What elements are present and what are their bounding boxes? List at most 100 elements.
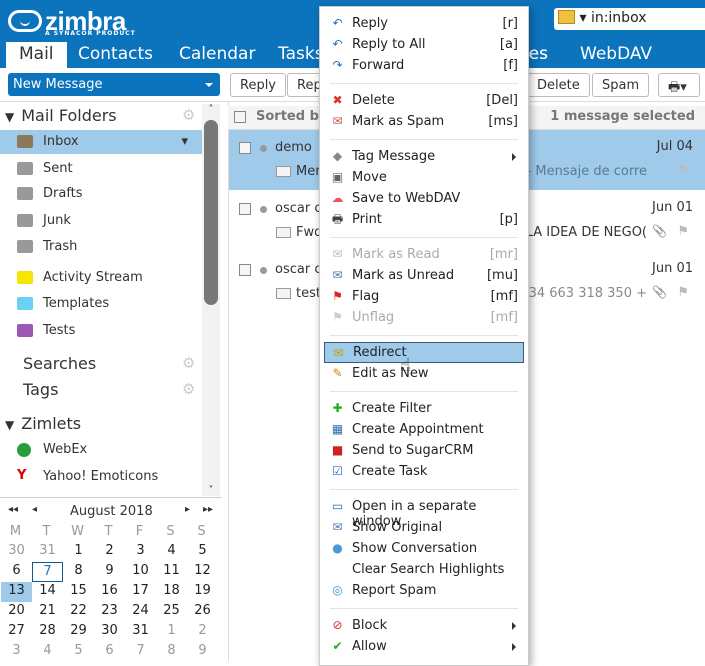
scrollbar-thumb[interactable] [204, 120, 218, 305]
prev-month-button[interactable]: ◂ [32, 504, 37, 515]
calendar-day[interactable]: 1 [63, 542, 94, 562]
calendar-day[interactable]: 13 [1, 582, 32, 602]
delete-button[interactable]: Delete [527, 73, 590, 97]
tab-webdav[interactable]: WebDAV [580, 42, 652, 68]
chevron-down-icon[interactable]: ▾ [181, 134, 188, 149]
tab-tasks[interactable]: Tasks [278, 42, 324, 68]
menu-item-create-appointment[interactable]: ▦ Create Appointment [324, 419, 524, 440]
flag-icon[interactable]: ⚑ [677, 163, 689, 178]
menu-item-block[interactable]: ⊘ Block [324, 615, 524, 636]
calendar-day[interactable]: 29 [63, 622, 94, 642]
menu-item-reply[interactable]: ↶ Reply [r] [324, 13, 524, 34]
collapse-icon[interactable]: ▼ [5, 418, 14, 432]
folder-junk[interactable]: Junk [0, 209, 202, 233]
calendar-day[interactable]: 12 [187, 562, 218, 582]
menu-item-mark-as-spam[interactable]: ✉ Mark as Spam [ms] [324, 111, 524, 132]
sort-by-label[interactable]: Sorted by [256, 109, 327, 124]
menu-item-print[interactable]: 🖶 Print [p] [324, 209, 524, 230]
gear-icon[interactable]: ⚙ [182, 106, 195, 124]
calendar-day[interactable]: 18 [156, 582, 187, 602]
calendar-day[interactable]: 21 [32, 602, 63, 622]
message-checkbox[interactable] [239, 203, 251, 215]
menu-item-mark-as-unread[interactable]: ✉ Mark as Unread [mu] [324, 265, 524, 286]
prev-year-button[interactable]: ◂◂ [8, 504, 18, 515]
searches-header[interactable]: Searches [23, 354, 96, 373]
search-scope-icon[interactable] [558, 10, 575, 24]
calendar-month-title[interactable]: August 2018 [70, 504, 153, 519]
menu-item-forward[interactable]: ↷ Forward [f] [324, 55, 524, 76]
calendar-day[interactable]: 24 [125, 602, 156, 622]
calendar-day[interactable]: 4 [156, 542, 187, 562]
flag-icon[interactable]: ⚑ [677, 224, 689, 239]
calendar-day[interactable]: 20 [1, 602, 32, 622]
folder-activity-stream[interactable]: Activity Stream [0, 266, 202, 290]
tab-contacts[interactable]: Contacts [78, 42, 153, 68]
gear-icon[interactable]: ⚙ [182, 380, 195, 398]
folder-templates[interactable]: Templates [0, 292, 202, 316]
calendar-day[interactable]: 25 [156, 602, 187, 622]
menu-item-clear-search-highlights[interactable]: Clear Search Highlights [324, 559, 524, 580]
menu-item-show-original[interactable]: ✉ Show Original [324, 517, 524, 538]
calendar-day[interactable]: 9 [187, 642, 218, 662]
select-all-checkbox[interactable] [234, 111, 246, 123]
message-checkbox[interactable] [239, 264, 251, 276]
calendar-day[interactable]: 3 [125, 542, 156, 562]
menu-item-redirect[interactable]: ✉ Redirect [324, 342, 524, 363]
calendar-day[interactable]: 23 [94, 602, 125, 622]
calendar-day[interactable]: 19 [187, 582, 218, 602]
folder-trash[interactable]: Trash [0, 235, 202, 259]
menu-item-move[interactable]: ▣ Move [324, 167, 524, 188]
mail-folders-header[interactable]: ▼ Mail Folders [5, 106, 117, 125]
menu-item-mark-as-read[interactable]: ✉ Mark as Read [mr] [324, 244, 524, 265]
next-month-button[interactable]: ▸ [185, 504, 190, 515]
calendar-day[interactable]: 8 [156, 642, 187, 662]
tab-preferences-visible-part[interactable]: es [529, 42, 548, 68]
calendar-day[interactable]: 31 [125, 622, 156, 642]
calendar-day[interactable]: 31 [32, 542, 63, 562]
folder-tests[interactable]: Tests [0, 319, 202, 343]
unread-dot-icon[interactable] [260, 267, 267, 274]
menu-item-delete[interactable]: ✖ Delete [Del] [324, 90, 524, 111]
tags-header[interactable]: Tags [23, 380, 58, 399]
folder-sent[interactable]: Sent [0, 157, 202, 181]
tab-mail[interactable]: Mail [6, 42, 67, 68]
search-input[interactable]: ▾ in:inbox [554, 8, 705, 30]
next-year-button[interactable]: ▸▸ [203, 504, 213, 515]
menu-item-save-to-webdav[interactable]: ☁ Save to WebDAV [324, 188, 524, 209]
calendar-day[interactable]: 6 [94, 642, 125, 662]
menu-item-show-conversation[interactable]: ● Show Conversation [324, 538, 524, 559]
menu-item-send-to-sugarcrm[interactable]: ■ Send to SugarCRM [324, 440, 524, 461]
calendar-day[interactable]: 22 [63, 602, 94, 622]
spam-button[interactable]: Spam [592, 73, 650, 97]
tab-calendar[interactable]: Calendar [179, 42, 255, 68]
menu-item-report-spam[interactable]: ◎ Report Spam [324, 580, 524, 601]
calendar-day[interactable]: 6 [1, 562, 32, 582]
menu-item-allow[interactable]: ✔ Allow [324, 636, 524, 657]
calendar-day[interactable]: 11 [156, 562, 187, 582]
reply-button[interactable]: Reply [230, 73, 287, 97]
new-message-button[interactable]: New Message [8, 73, 220, 96]
menu-item-edit-as-new[interactable]: ✎ Edit as New [324, 363, 524, 384]
calendar-day[interactable]: 1 [156, 622, 187, 642]
menu-item-create-task[interactable]: ☑ Create Task [324, 461, 524, 482]
folder-drafts[interactable]: Drafts [0, 182, 202, 206]
calendar-day[interactable]: 4 [32, 642, 63, 662]
calendar-day[interactable]: 7 [125, 642, 156, 662]
zimlets-header[interactable]: ▼ Zimlets [5, 414, 81, 433]
calendar-day[interactable]: 5 [63, 642, 94, 662]
menu-item-unflag[interactable]: ⚑ Unflag [mf] [324, 307, 524, 328]
calendar-day[interactable]: 28 [32, 622, 63, 642]
menu-item-tag-message[interactable]: ◆ Tag Message [324, 146, 524, 167]
calendar-day[interactable]: 17 [125, 582, 156, 602]
calendar-day[interactable]: 2 [94, 542, 125, 562]
calendar-day[interactable]: 8 [63, 562, 94, 582]
menu-item-create-filter[interactable]: ✚ Create Filter [324, 398, 524, 419]
calendar-day[interactable]: 3 [1, 642, 32, 662]
menu-item-reply-to-all[interactable]: ↶ Reply to All [a] [324, 34, 524, 55]
calendar-day[interactable]: 26 [187, 602, 218, 622]
zimlet-yahoo-emoticons[interactable]: Y Yahoo! Emoticons [0, 465, 202, 489]
calendar-day[interactable]: 30 [1, 542, 32, 562]
calendar-day[interactable]: 9 [94, 562, 125, 582]
calendar-day[interactable]: 27 [1, 622, 32, 642]
menu-item-flag[interactable]: ⚑ Flag [mf] [324, 286, 524, 307]
